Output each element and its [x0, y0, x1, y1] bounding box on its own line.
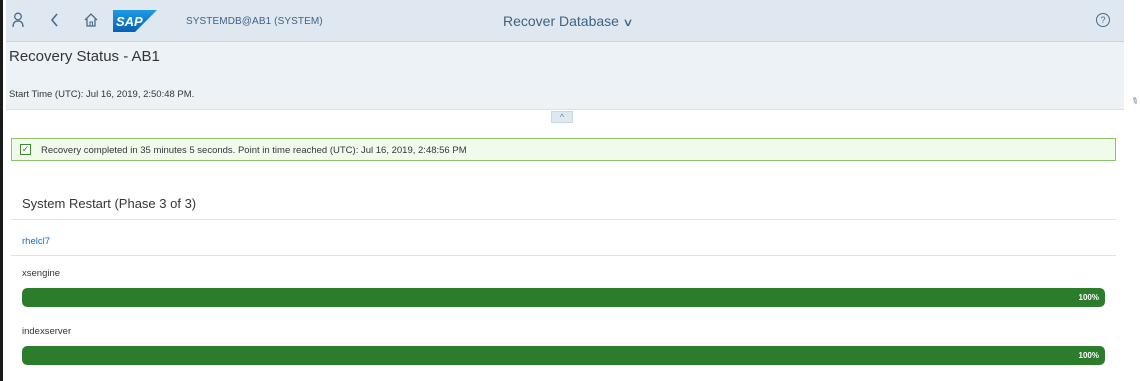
start-time: Start Time (UTC): Jul 16, 2019, 2:50:48 …	[9, 89, 195, 100]
message-text: Recovery completed in 35 minutes 5 secon…	[41, 145, 467, 156]
object-header: Recovery Status - AB1 Start Time (UTC): …	[6, 42, 1124, 110]
host-link[interactable]: rhelcl7	[22, 236, 50, 247]
logo-text: SAP	[116, 14, 143, 29]
app-title: Recover Database	[503, 13, 619, 29]
pin-icon[interactable]: ✎	[1129, 95, 1140, 108]
sap-logo[interactable]: SAP	[113, 10, 157, 32]
app-frame: SAP SYSTEMDB@AB1 (SYSTEM) Recover Databa…	[0, 0, 1140, 381]
system-name: SYSTEMDB@AB1 (SYSTEM)	[186, 16, 323, 27]
progress-fill	[22, 346, 1105, 365]
restart-panel: System Restart (Phase 3 of 3) rhelcl7 xs…	[11, 180, 1116, 381]
page-title: Recovery Status - AB1	[9, 48, 160, 65]
shell-bar: SAP SYSTEMDB@AB1 (SYSTEM) Recover Databa…	[6, 0, 1124, 42]
divider	[11, 219, 1116, 220]
progress-percent: 100%	[1078, 351, 1099, 360]
app-title-menu[interactable]: Recover Database ∨	[503, 13, 634, 29]
progress-bar-xsengine: 100%	[22, 288, 1105, 307]
divider	[11, 255, 1116, 256]
service-label-indexserver: indexserver	[22, 326, 72, 337]
help-icon[interactable]: ?	[1096, 13, 1110, 27]
user-icon[interactable]	[12, 12, 24, 32]
progress-percent: 100%	[1078, 293, 1099, 302]
back-arrow-icon[interactable]	[50, 12, 60, 32]
chevron-down-icon: ∨	[622, 17, 634, 29]
progress-bar-indexserver: 100%	[22, 346, 1105, 365]
home-icon[interactable]	[84, 12, 98, 32]
progress-fill	[22, 288, 1105, 307]
collapse-header-button[interactable]: ^	[551, 111, 573, 123]
service-label-xsengine: xsengine	[22, 268, 61, 279]
checkbox-icon: ✓	[20, 144, 31, 155]
section-title: System Restart (Phase 3 of 3)	[22, 196, 197, 211]
success-message-strip: ✓ Recovery completed in 35 minutes 5 sec…	[11, 138, 1116, 161]
